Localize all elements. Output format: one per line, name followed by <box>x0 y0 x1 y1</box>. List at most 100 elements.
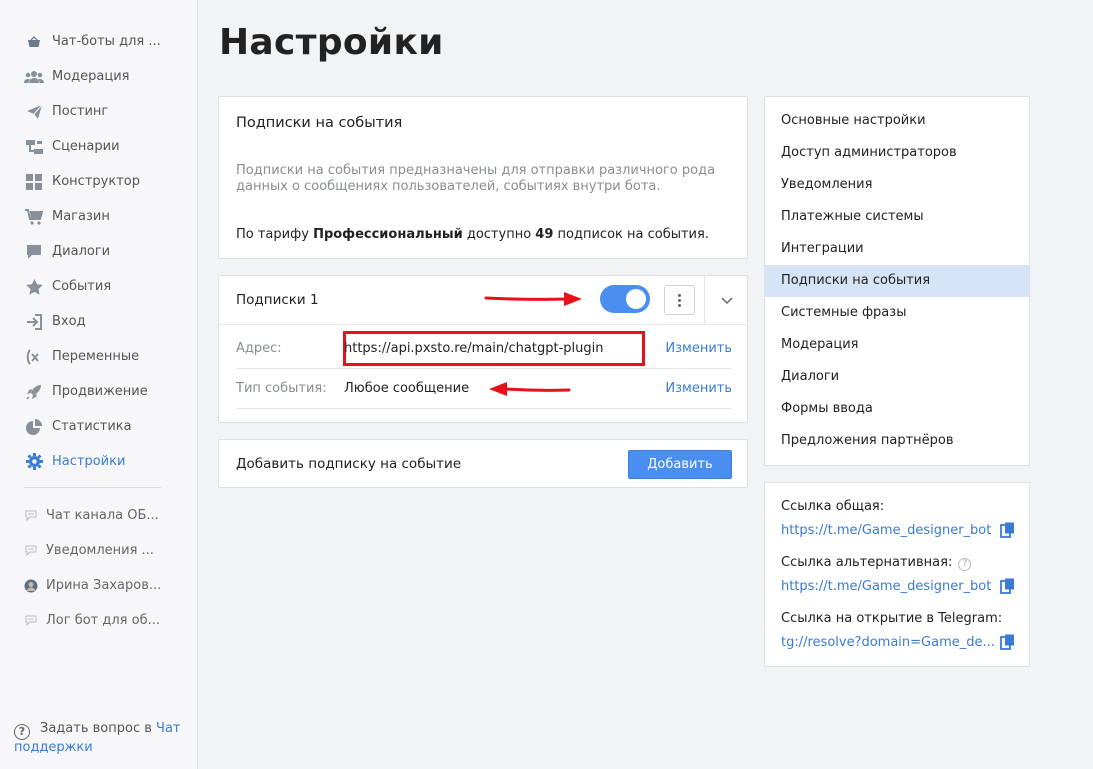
sidebar-chat-label: Ирина Захаров... <box>46 578 162 593</box>
settings-menu-item[interactable]: Модерация <box>765 329 1029 361</box>
speech-bubble-icon <box>24 614 38 628</box>
copy-icon[interactable] <box>1000 634 1016 650</box>
speech-bubble-icon <box>24 544 38 558</box>
help-text: Задать вопрос в <box>40 721 152 736</box>
grid-icon <box>24 172 44 192</box>
sidebar-item-events[interactable]: События <box>0 269 197 304</box>
subscription-name: Подписки 1 <box>236 292 319 308</box>
settings-menu: Основные настройки Доступ администраторо… <box>764 96 1030 466</box>
alt-link-label-wrap: Ссылка альтернативная:? <box>781 555 972 571</box>
telegram-link-url[interactable]: tg://resolve?domain=Game_de... <box>781 635 995 650</box>
sidebar-item-statistics[interactable]: Статистика <box>0 409 197 444</box>
settings-menu-item[interactable]: Формы ввода <box>765 393 1029 425</box>
event-type-value: Любое сообщение <box>344 381 470 396</box>
sidebar-item-scenarios[interactable]: Сценарии <box>0 129 197 164</box>
scenario-icon <box>24 137 44 157</box>
copy-icon[interactable] <box>1000 522 1016 538</box>
sidebar-item-chatbots[interactable]: Чат-боты для ... <box>0 24 197 59</box>
info-card: Подписки на события Подписки на события … <box>218 96 748 259</box>
sidebar-item-label: Настройки <box>52 454 126 469</box>
bot-links-card: Ссылка общая: https://t.me/Game_designer… <box>764 482 1030 667</box>
sidebar-chat-item[interactable]: Ирина Захаров... <box>0 568 197 603</box>
sidebar: Чат-боты для ... Модерация Постинг Сцена… <box>0 0 198 769</box>
send-icon <box>24 102 44 122</box>
add-subscription-button[interactable]: Добавить <box>628 450 732 479</box>
chat-icon <box>24 242 44 262</box>
sidebar-item-label: Конструктор <box>52 174 140 189</box>
sidebar-chat-item[interactable]: Чат канала ОБ... <box>0 498 197 533</box>
annotation-arrow-left <box>489 382 571 396</box>
avatar-icon <box>24 579 38 593</box>
change-event-link[interactable]: Изменить <box>665 381 732 396</box>
sidebar-item-label: События <box>52 279 112 294</box>
speech-bubble-icon <box>24 509 38 523</box>
sidebar-item-dialogs[interactable]: Диалоги <box>0 234 197 269</box>
settings-menu-item[interactable]: Платежные системы <box>765 201 1029 233</box>
sidebar-item-login[interactable]: Вход <box>0 304 197 339</box>
settings-menu-item-active[interactable]: Подписки на события <box>765 265 1029 297</box>
sidebar-item-label: Постинг <box>52 104 109 119</box>
tariff-middle: доступно <box>466 227 532 242</box>
cart-icon <box>24 207 44 227</box>
event-type-row: Тип события: Любое сообщение Изменить <box>236 369 732 409</box>
settings-menu-item[interactable]: Доступ администраторов <box>765 137 1029 169</box>
more-options-button[interactable] <box>664 285 695 315</box>
telegram-link-label: Ссылка на открытие в Telegram: <box>781 611 1003 626</box>
dot <box>678 293 681 297</box>
login-icon <box>24 312 44 332</box>
annotation-arrow-right <box>484 292 582 306</box>
sidebar-item-shop[interactable]: Магазин <box>0 199 197 234</box>
support-help: ? Задать вопрос в Чат поддержки <box>14 721 189 756</box>
sidebar-chat-label: Лог бот для об... <box>46 613 160 628</box>
basket-icon <box>24 32 44 52</box>
star-icon <box>24 277 44 297</box>
page-title: Настройки <box>219 22 444 63</box>
sidebar-chat-item[interactable]: Лог бот для об... <box>0 603 197 638</box>
settings-menu-item[interactable]: Уведомления <box>765 169 1029 201</box>
change-address-link[interactable]: Изменить <box>665 341 732 356</box>
sidebar-divider <box>24 487 161 488</box>
question-circle-icon: ? <box>14 724 30 740</box>
sidebar-item-label: Статистика <box>52 419 132 434</box>
sidebar-item-label: Модерация <box>52 69 130 84</box>
dot <box>678 303 681 307</box>
sidebar-chat-item[interactable]: Уведомления ... <box>0 533 197 568</box>
expand-button[interactable] <box>704 276 749 325</box>
copy-icon[interactable] <box>1000 578 1016 594</box>
address-value: https://api.pxsto.re/main/chatgpt-plugin <box>344 341 604 356</box>
settings-menu-item[interactable]: Основные настройки <box>765 105 1029 137</box>
pie-icon <box>24 417 44 437</box>
sidebar-item-promotion[interactable]: Продвижение <box>0 374 197 409</box>
settings-menu-item[interactable]: Интеграции <box>765 233 1029 265</box>
address-label: Адрес: <box>236 341 282 356</box>
variable-icon <box>24 347 44 367</box>
general-link-url[interactable]: https://t.me/Game_designer_bot <box>781 523 991 538</box>
alt-link-url[interactable]: https://t.me/Game_designer_bot <box>781 579 991 594</box>
sidebar-item-settings[interactable]: Настройки <box>0 444 197 479</box>
address-row: Адрес: https://api.pxsto.re/main/chatgpt… <box>236 329 732 369</box>
sidebar-item-label: Вход <box>52 314 86 329</box>
sidebar-item-posting[interactable]: Постинг <box>0 94 197 129</box>
users-icon <box>24 67 44 87</box>
tariff-suffix: подписок на события. <box>557 227 709 242</box>
settings-menu-item[interactable]: Предложения партнёров <box>765 425 1029 457</box>
sidebar-item-label: Переменные <box>52 349 140 364</box>
sidebar-item-label: Продвижение <box>52 384 148 399</box>
settings-menu-item[interactable]: Диалоги <box>765 361 1029 393</box>
chevron-down-icon <box>721 296 733 304</box>
sidebar-nav: Чат-боты для ... Модерация Постинг Сцена… <box>0 24 197 638</box>
settings-menu-item[interactable]: Системные фразы <box>765 297 1029 329</box>
sidebar-item-variables[interactable]: Переменные <box>0 339 197 374</box>
help-question-icon[interactable]: ? <box>958 558 972 571</box>
subscription-toggle[interactable] <box>600 285 650 313</box>
sidebar-item-label: Чат-боты для ... <box>52 34 161 49</box>
toggle-knob <box>626 289 646 309</box>
sidebar-item-moderation[interactable]: Модерация <box>0 59 197 94</box>
subscription-card: Подписки 1 Адрес: https://api.pxsto.re/m… <box>218 275 748 423</box>
sidebar-item-constructor[interactable]: Конструктор <box>0 164 197 199</box>
rocket-icon <box>24 382 44 402</box>
sidebar-item-label: Сценарии <box>52 139 120 154</box>
sidebar-chat-label: Чат канала ОБ... <box>46 508 159 523</box>
sidebar-item-label: Магазин <box>52 209 110 224</box>
dot <box>678 298 681 302</box>
